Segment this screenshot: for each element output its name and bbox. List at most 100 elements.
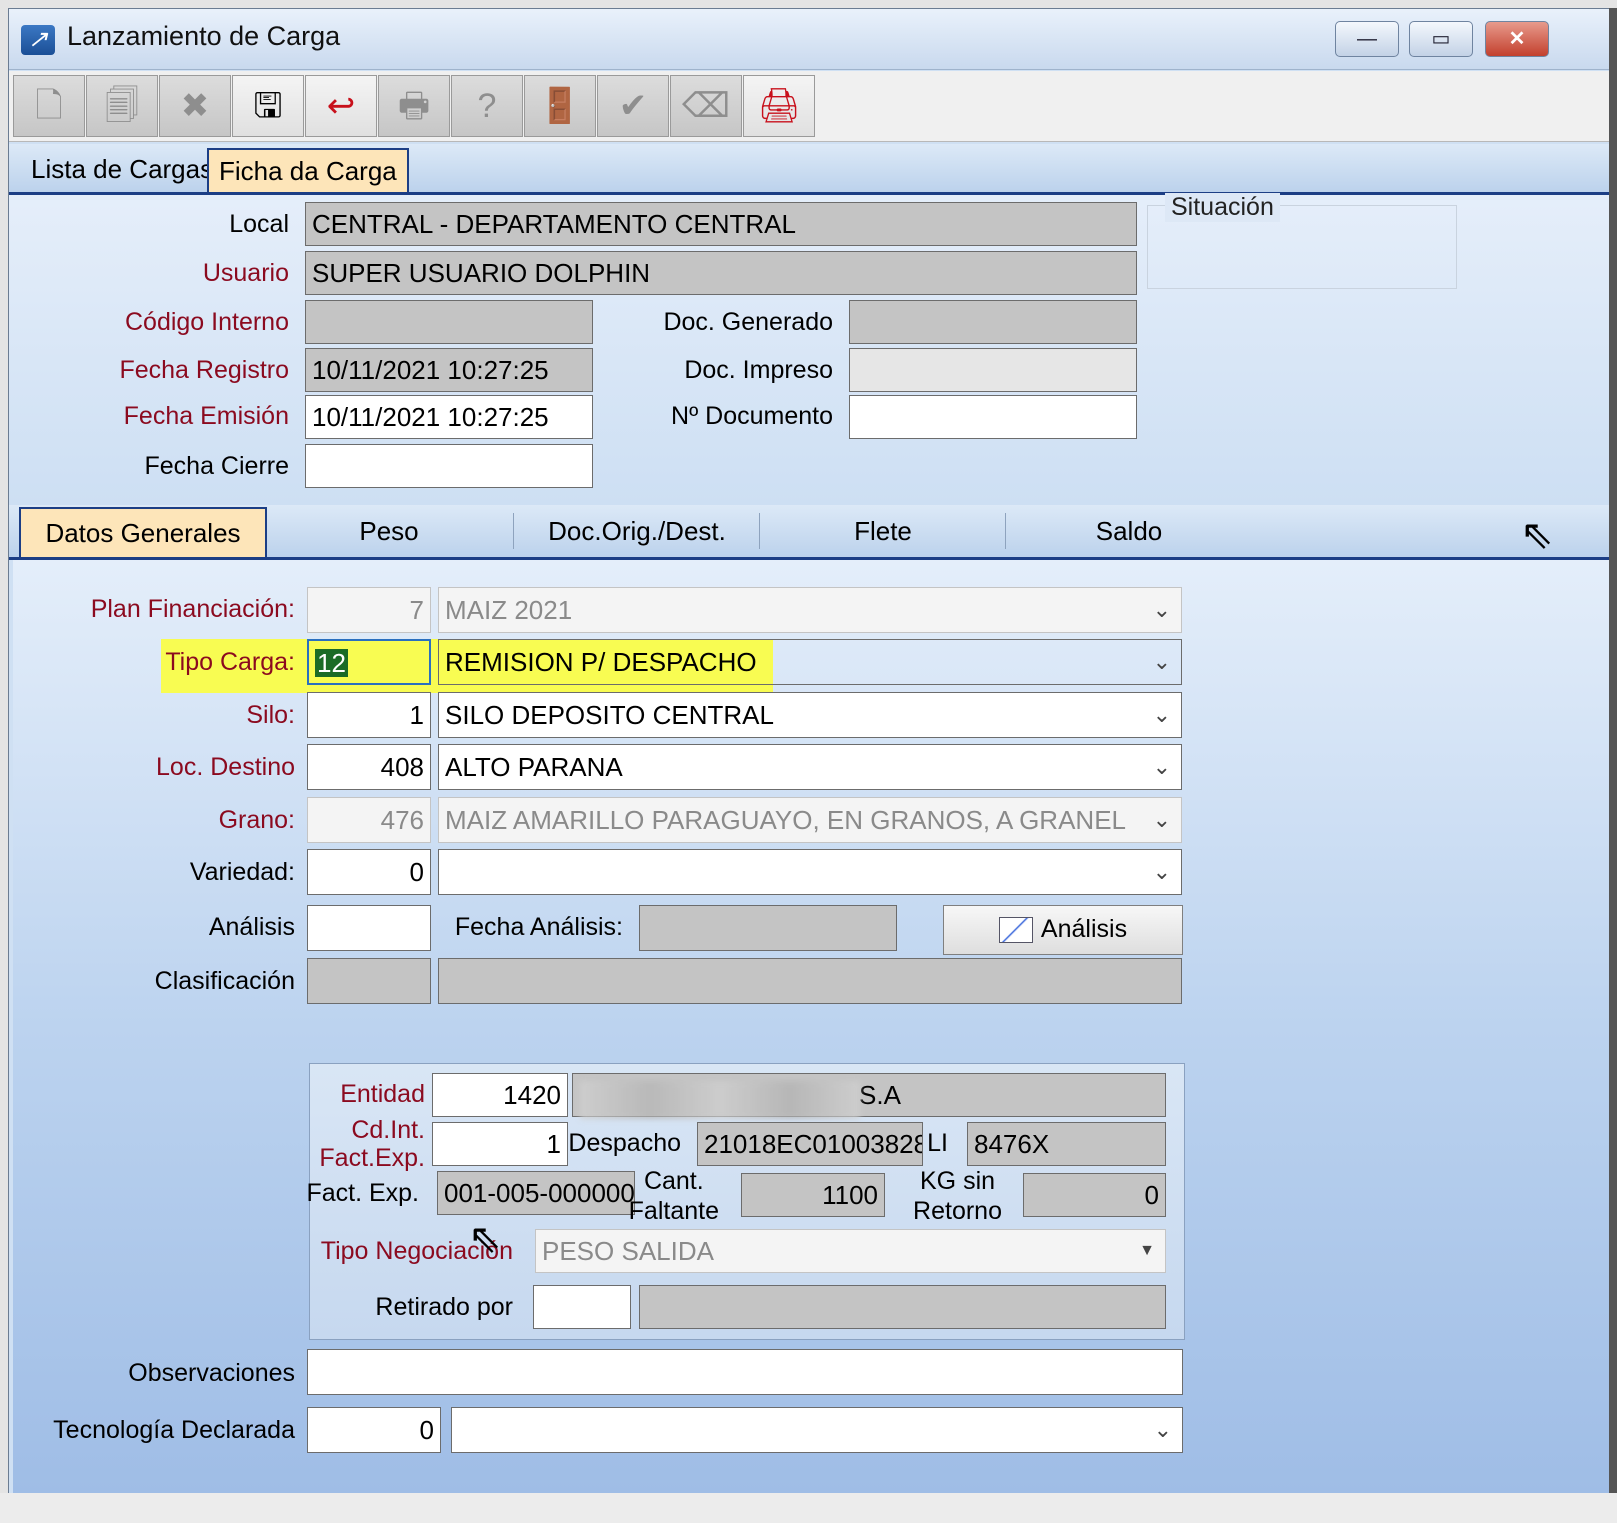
tab-datos-generales[interactable]: Datos Generales	[19, 507, 267, 557]
clasificacion-desc-field	[438, 958, 1182, 1004]
tipo-carga-label: Tipo Carga:	[165, 648, 295, 676]
cant-faltante-label: Cant. Faltante	[629, 1166, 719, 1226]
silo-code-field[interactable]: 1	[307, 692, 431, 738]
tab-separator	[759, 513, 760, 549]
tab-peso[interactable]: Peso	[267, 507, 511, 555]
entidad-label: Entidad	[340, 1080, 425, 1108]
copy-icon[interactable]: 🗐	[86, 75, 158, 137]
fecha-cierre-label: Fecha Cierre	[144, 452, 290, 480]
doc-generado-label: Doc. Generado	[663, 308, 833, 336]
maximize-button[interactable]: ▭	[1409, 21, 1473, 57]
doc-generado-field	[849, 300, 1137, 344]
fecha-analisis-label: Fecha Análisis:	[454, 913, 623, 941]
tab-flete[interactable]: Flete	[761, 507, 1005, 555]
tab-saldo[interactable]: Saldo	[1007, 507, 1251, 555]
detail-tabs: Datos Generales Peso Doc.Orig./Dest. Fle…	[9, 505, 1609, 560]
factexp-label: Fact. Exp.	[306, 1179, 419, 1207]
despacho-label: Despacho	[568, 1129, 681, 1157]
cant-faltante-field: 1100	[741, 1173, 885, 1217]
nro-documento-label: Nº Documento	[671, 402, 833, 430]
cancel-print-icon[interactable]: 🖨	[743, 75, 815, 137]
clasificacion-label: Clasificación	[154, 967, 295, 995]
local-label: Local	[229, 210, 289, 238]
variedad-select[interactable]: ⌄	[438, 849, 1182, 895]
doc-impreso-label: Doc. Impreso	[684, 356, 833, 384]
close-button[interactable]: ✕	[1485, 21, 1549, 57]
eraser-icon[interactable]: ⌫	[670, 75, 742, 137]
plan-select: MAIZ 2021 ⌄	[438, 587, 1182, 633]
mouse-cursor-icon: ⇖	[1520, 513, 1554, 557]
situacion-label: Situación	[1165, 193, 1280, 222]
grano-select: MAIZ AMARILLO PARAGUAYO, EN GRANOS, A GR…	[438, 797, 1182, 843]
chevron-down-icon: ⌄	[1152, 702, 1171, 727]
fecha-emision-label: Fecha Emisión	[123, 402, 289, 430]
chevron-down-icon: ⌄	[1153, 1417, 1172, 1442]
tipo-carga-code-field[interactable]: 12	[307, 639, 431, 685]
confirm-check-icon[interactable]: ✔	[597, 75, 669, 137]
tecnologia-select[interactable]: ⌄	[451, 1407, 1183, 1453]
tipo-negociacion-value: PESO SALIDA	[542, 1236, 714, 1266]
codigo-interno-label: Código Interno	[124, 308, 289, 336]
retirado-code-field[interactable]	[533, 1285, 631, 1329]
loc-destino-select[interactable]: ALTO PARANA ⌄	[438, 744, 1182, 790]
tab-separator	[1005, 513, 1006, 549]
plan-financiacion-label: Plan Financiación:	[90, 595, 295, 623]
tipo-carga-select[interactable]: REMISION P/ DESPACHO ⌄	[438, 639, 1182, 685]
entidad-name-visible: S.A	[859, 1080, 901, 1110]
dropdown-arrow-icon: ▼	[1139, 1242, 1155, 1259]
kg-sin-retorno-field: 0	[1023, 1173, 1166, 1217]
tecnologia-declarada-label: Tecnología Declarada	[53, 1416, 295, 1444]
tab-lista-cargas[interactable]: Lista de Cargas	[21, 148, 223, 190]
delete-icon[interactable]: ✖	[159, 75, 231, 137]
window-title: Lanzamiento de Carga	[67, 21, 341, 51]
retirado-desc-field	[639, 1285, 1166, 1329]
despacho-field: 21018EC01003828I	[697, 1122, 923, 1166]
chevron-down-icon: ⌄	[1152, 807, 1171, 832]
cdint-field[interactable]: 1	[432, 1122, 568, 1166]
toolbar: 🗋 🗐 ✖ 🖫 ↩ 🖶 ? 🚪 ✔ ⌫ 🖨	[9, 71, 1609, 142]
analisis-button[interactable]: Análisis	[943, 905, 1183, 955]
minimize-button[interactable]: —	[1335, 21, 1399, 57]
variedad-code-field[interactable]: 0	[307, 849, 431, 895]
analisis-label: Análisis	[208, 913, 295, 941]
title-bar: ↗ Lanzamiento de Carga — ▭ ✕	[9, 9, 1609, 70]
status-bar	[0, 1493, 1617, 1523]
kg-sin-retorno-label: KG sin Retorno	[913, 1166, 1002, 1226]
silo-select[interactable]: SILO DEPOSITO CENTRAL ⌄	[438, 692, 1182, 738]
help-icon[interactable]: ?	[451, 75, 523, 137]
save-icon[interactable]: 🖫	[232, 75, 304, 137]
new-icon[interactable]: 🗋	[13, 75, 85, 137]
loc-destino-code-field[interactable]: 408	[307, 744, 431, 790]
fecha-cierre-field[interactable]	[305, 444, 593, 488]
nro-documento-field[interactable]	[849, 395, 1137, 439]
tab-doc-orig-dest[interactable]: Doc.Orig./Dest.	[515, 507, 759, 555]
tipo-negociacion-select: PESO SALIDA ▼	[535, 1229, 1166, 1273]
tab-ficha-carga[interactable]: Ficha da Carga	[207, 148, 409, 192]
fecha-emision-field[interactable]: 10/11/2021 10:27:25	[305, 395, 593, 439]
plan-select-value: MAIZ 2021	[445, 595, 573, 625]
print-icon[interactable]: 🖶	[378, 75, 450, 137]
app-icon: ↗	[21, 25, 55, 55]
fecha-registro-field: 10/11/2021 10:27:25	[305, 348, 593, 392]
clasificacion-code-field	[307, 958, 431, 1004]
cant-label-line2: Faltante	[628, 1197, 719, 1225]
redacted-name	[580, 1081, 860, 1119]
cdint-label-line2: Fact.Exp.	[319, 1144, 425, 1172]
tecnologia-code-field[interactable]: 0	[307, 1407, 441, 1453]
li-field: 8476X	[967, 1122, 1166, 1166]
li-label: LI	[927, 1129, 948, 1157]
chevron-down-icon: ⌄	[1152, 859, 1171, 884]
chevron-down-icon: ⌄	[1152, 754, 1171, 779]
window-edge	[1609, 8, 1617, 1493]
window: ↗ Lanzamiento de Carga — ▭ ✕ 🗋 🗐 ✖ 🖫 ↩ 🖶…	[8, 8, 1610, 1494]
observaciones-field[interactable]	[307, 1349, 1183, 1395]
cdint-label-line1: Cd.Int.	[351, 1116, 425, 1144]
retirado-por-label: Retirado por	[375, 1293, 513, 1321]
analisis-field[interactable]	[307, 905, 431, 951]
usuario-field: SUPER USUARIO DOLPHIN	[305, 251, 1137, 295]
grano-code-field: 476	[307, 797, 431, 843]
exit-door-icon[interactable]: 🚪	[524, 75, 596, 137]
chevron-down-icon: ⌄	[1152, 597, 1171, 622]
undo-icon[interactable]: ↩	[305, 75, 377, 137]
entidad-code-field[interactable]: 1420	[432, 1073, 568, 1117]
